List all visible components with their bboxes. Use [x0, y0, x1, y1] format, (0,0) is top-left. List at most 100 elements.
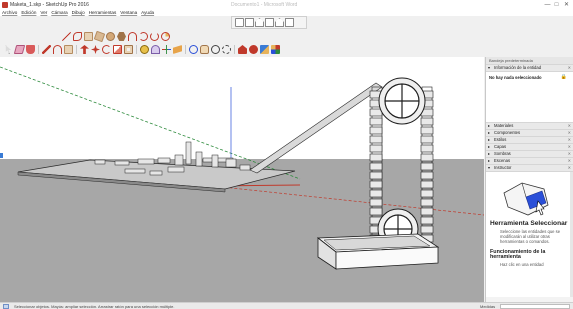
- instructor-description: Seleccione las entidades que se modifica…: [500, 228, 561, 244]
- front-view-icon[interactable]: [255, 18, 264, 27]
- move-tool-icon[interactable]: [91, 45, 100, 54]
- shapes-tool-icon[interactable]: [64, 45, 73, 54]
- panel-estilos[interactable]: ▸ Estilos ✕: [486, 136, 573, 143]
- panel-close-icon[interactable]: ✕: [568, 65, 571, 71]
- maximize-button[interactable]: □: [552, 0, 561, 9]
- model-viewport[interactable]: [0, 57, 484, 302]
- chain-link: [420, 189, 434, 198]
- instructor-body: Herramienta Seleccionar Seleccione las e…: [486, 171, 573, 297]
- menu-edicion[interactable]: Edición: [21, 10, 36, 15]
- main-toolbar: [0, 43, 280, 56]
- toolbar-separator: [185, 45, 186, 54]
- chain-link: [369, 108, 383, 117]
- minimize-button[interactable]: —: [543, 0, 552, 9]
- chain-link: [420, 225, 434, 234]
- menu-camara[interactable]: Cámara: [51, 10, 67, 15]
- window-title: Maketa_1.skp - SketchUp Pro 2016: [10, 1, 89, 8]
- paint-bucket-tool-icon[interactable]: [26, 45, 35, 54]
- panel-capas[interactable]: ▸ Capas ✕: [486, 143, 573, 150]
- zoom-tool-icon[interactable]: [211, 45, 220, 54]
- 3pt-arc-tool-icon[interactable]: [150, 32, 159, 41]
- scene-edge-marker: [0, 153, 3, 158]
- chain-link: [420, 135, 434, 144]
- panel-sombras[interactable]: ▸ Sombras ✕: [486, 150, 573, 157]
- iso-view-icon[interactable]: [235, 18, 244, 27]
- chain-link: [420, 144, 434, 153]
- menu-ventana[interactable]: Ventana: [120, 10, 137, 15]
- axes-tool-icon[interactable]: [162, 45, 171, 54]
- lock-icon: 🔒: [560, 74, 567, 80]
- status-text: Seleccionar objetos. Mayús: ampliar sele…: [14, 303, 175, 309]
- chain-link: [420, 180, 434, 189]
- menu-dibujo[interactable]: Dibujo: [72, 10, 85, 15]
- toolbar-separator: [38, 45, 39, 54]
- ghost-window-title: Documento1 - Microsoft Word: [231, 1, 298, 8]
- right-view-icon[interactable]: [265, 18, 274, 27]
- drawing-toolbar: [58, 30, 170, 43]
- circle-tool-icon[interactable]: [106, 32, 115, 41]
- panel-materiales[interactable]: ▸ Materiales ✕: [486, 122, 573, 129]
- arc-dropdown-icon[interactable]: [53, 45, 62, 54]
- scale-tool-icon[interactable]: [113, 45, 122, 54]
- top-view-icon[interactable]: [245, 18, 254, 27]
- collection-tray: [316, 233, 440, 270]
- left-view-icon[interactable]: [285, 18, 294, 27]
- chain-link: [420, 216, 434, 225]
- pencil-tool-icon[interactable]: [42, 45, 51, 54]
- entity-info-body: No hay nada seleccionado 🔒: [486, 71, 573, 122]
- pie-tool-icon[interactable]: [161, 32, 170, 41]
- instructor-heading: Herramienta Seleccionar: [490, 220, 568, 227]
- rectangle-tool-icon[interactable]: [84, 32, 93, 41]
- close-button[interactable]: ✕: [562, 0, 571, 9]
- status-info-icon: [3, 303, 9, 309]
- chain-link: [369, 144, 383, 153]
- menu-ver[interactable]: Ver: [40, 10, 47, 15]
- eraser-tool-icon[interactable]: [13, 45, 26, 54]
- model-canvas: [0, 57, 484, 302]
- rotate-tool-icon[interactable]: [102, 45, 111, 54]
- measurements-label: Medidas: [480, 303, 496, 309]
- component-tool-icon[interactable]: [260, 45, 269, 54]
- rotated-rectangle-tool-icon[interactable]: [93, 30, 106, 43]
- zoom-extents-tool-icon[interactable]: [222, 45, 231, 54]
- line-tool-icon[interactable]: [62, 32, 71, 41]
- menu-ayuda[interactable]: Ayuda: [141, 10, 154, 15]
- chain-link: [369, 180, 383, 189]
- push-pull-tool-icon[interactable]: [80, 45, 89, 54]
- freehand-tool-icon[interactable]: [73, 32, 82, 41]
- extension-tool-icon[interactable]: [249, 45, 258, 54]
- select-tool-illustration: [503, 182, 549, 216]
- section-plane-tool-icon[interactable]: [173, 45, 182, 54]
- select-tool-icon[interactable]: [5, 45, 12, 54]
- 2pt-arc-tool-icon[interactable]: [139, 32, 148, 41]
- chain-link: [420, 207, 434, 216]
- orbit-tool-icon[interactable]: [189, 45, 198, 54]
- no-selection-message: No hay nada seleccionado: [489, 75, 542, 80]
- panel-escenas[interactable]: ▸ Escenas ✕: [486, 157, 573, 164]
- back-view-icon[interactable]: [275, 18, 284, 27]
- chain-link: [369, 171, 383, 180]
- offset-tool-icon[interactable]: [124, 45, 133, 54]
- protractor-tool-icon[interactable]: [151, 45, 160, 54]
- entity-info-header[interactable]: ▾ Información de la entidad ✕: [486, 64, 573, 71]
- polygon-tool-icon[interactable]: [117, 32, 126, 41]
- menu-bar: Archivo Edición Ver Cámara Dibujo Herram…: [0, 9, 573, 16]
- arc-tool-icon[interactable]: [128, 32, 137, 41]
- menu-herramientas[interactable]: Herramientas: [89, 10, 117, 15]
- menu-archivo[interactable]: Archivo: [2, 10, 17, 15]
- collapse-triangle-icon: ▾: [488, 65, 491, 70]
- pan-tool-icon[interactable]: [200, 45, 209, 54]
- title-bar: Maketa_1.skp - SketchUp Pro 2016 Documen…: [0, 0, 573, 9]
- add-location-tool-icon[interactable]: [271, 45, 280, 54]
- chain-link: [369, 117, 383, 126]
- warehouse-tool-icon[interactable]: [238, 45, 247, 54]
- measurements-field[interactable]: [500, 303, 570, 309]
- toolbar-separator: [76, 45, 77, 54]
- toolbar-separator: [234, 45, 235, 54]
- chain-link: [420, 117, 434, 126]
- panel-componentes[interactable]: ▸ Componentes ✕: [486, 129, 573, 136]
- panel-instructor[interactable]: ▾ Instructor ✕: [486, 164, 573, 171]
- tape-measure-tool-icon[interactable]: [140, 45, 149, 54]
- toolbar-separator: [136, 45, 137, 54]
- chain-link: [420, 198, 434, 207]
